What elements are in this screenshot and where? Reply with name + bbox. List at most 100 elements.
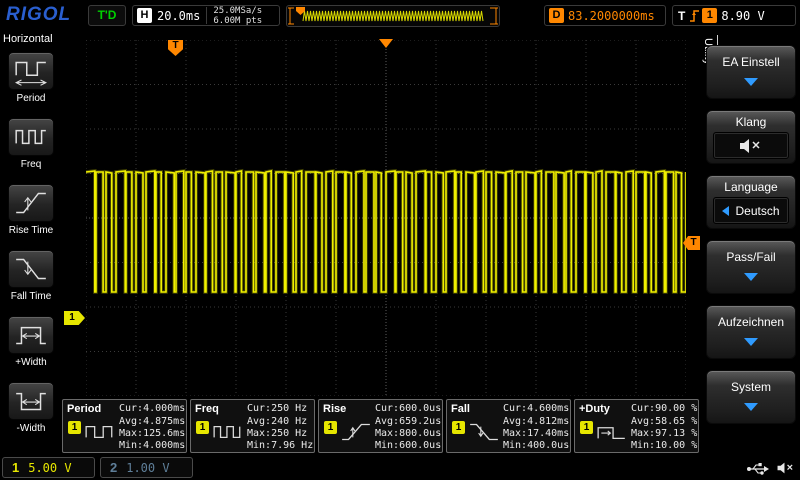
top-bar: RIGOL T'D H 20.0ms 25.0MSa/s 6.00M pts D… bbox=[0, 0, 800, 32]
horizontal-timebase-group[interactable]: H 20.0ms 25.0MSa/s 6.00M pts bbox=[132, 5, 280, 26]
right-menu: Utility EA Einstell Klang Language Deuts… bbox=[700, 30, 800, 456]
left-menu-item-fall-time[interactable]: Fall Time bbox=[1, 250, 61, 314]
ch1-source-badge: 1 bbox=[452, 421, 465, 434]
trigger-source-badge: 1 bbox=[702, 8, 717, 23]
period-icon bbox=[8, 52, 54, 90]
plus-width-icon bbox=[8, 316, 54, 354]
horizontal-icon: H bbox=[137, 8, 152, 23]
menu-system-button[interactable]: System bbox=[706, 370, 796, 424]
measurement-min: Min:400.0us bbox=[503, 440, 569, 451]
measurement-name: +Duty bbox=[579, 403, 610, 415]
language-value: Deutsch bbox=[735, 204, 779, 218]
trigger-delay-group[interactable]: D 83.2000000ms bbox=[544, 5, 666, 26]
menu-aufzeichnen-button[interactable]: Aufzeichnen bbox=[706, 305, 796, 359]
menu-button-label: System bbox=[707, 380, 795, 394]
left-menu-item-plus-width[interactable]: +Width bbox=[1, 316, 61, 380]
measurement-max: Max:17.40ms bbox=[503, 428, 569, 439]
chevron-down-icon bbox=[744, 78, 758, 86]
minus-width-icon bbox=[8, 382, 54, 420]
ch2-id: 2 bbox=[110, 460, 117, 475]
menu-button-label: EA Einstell bbox=[707, 55, 795, 69]
menu-button-label: Language bbox=[707, 180, 795, 194]
measurement-cur: Cur:4.000ms bbox=[119, 403, 185, 414]
ch1-ground-marker[interactable]: 1 bbox=[64, 311, 85, 325]
divider bbox=[206, 7, 207, 24]
measurement-min: Min:7.96 Hz bbox=[247, 440, 313, 451]
period-meas-icon bbox=[84, 421, 116, 443]
acquisition-info: 25.0MSa/s 6.00M pts bbox=[213, 6, 262, 26]
measurement-cur: Cur:600.0us bbox=[375, 403, 441, 414]
rise-meas-icon bbox=[340, 421, 372, 443]
measurement-avg: Avg:240 Hz bbox=[247, 416, 307, 427]
measurement-rise[interactable]: Rise 1 Cur:600.0us Avg:659.2us Max:800.0… bbox=[318, 399, 443, 453]
left-menu-item-freq[interactable]: Freq bbox=[1, 118, 61, 182]
left-measure-menu: Horizontal Period Freq bbox=[0, 30, 62, 456]
trigger-label: T bbox=[678, 9, 685, 23]
rigol-logo: RIGOL bbox=[6, 4, 71, 26]
measurement-cur: Cur:4.600ms bbox=[503, 403, 569, 414]
chevron-left-icon bbox=[722, 206, 729, 216]
rising-edge-icon bbox=[689, 8, 700, 23]
menu-button-label: Pass/Fail bbox=[707, 250, 795, 264]
measurement-min: Min:10.00 % bbox=[631, 440, 697, 451]
preview-waveform-icon bbox=[287, 6, 499, 26]
usb-icon bbox=[746, 460, 770, 478]
sample-rate: 25.0MSa/s bbox=[213, 6, 262, 16]
measurement-duty[interactable]: +Duty 1 Cur:90.00 % Avg:58.65 % Max:97.1… bbox=[574, 399, 699, 453]
chevron-down-icon bbox=[744, 403, 758, 411]
measurement-max: Max:97.13 % bbox=[631, 428, 697, 439]
delay-value: 83.2000000ms bbox=[568, 9, 655, 23]
waveform-preview[interactable] bbox=[286, 5, 500, 27]
timebase-value: 20.0ms bbox=[157, 9, 200, 23]
trigger-info-group[interactable]: T 1 8.90 V bbox=[672, 5, 796, 26]
speaker-muted-icon bbox=[776, 460, 796, 476]
menu-language-button[interactable]: Language Deutsch bbox=[706, 175, 796, 229]
measurement-name: Fall bbox=[451, 403, 470, 415]
ch1-source-badge: 1 bbox=[196, 421, 209, 434]
measurement-period[interactable]: Period 1 Cur:4.000ms Avg:4.875ms Max:125… bbox=[62, 399, 187, 453]
left-menu-label: +Width bbox=[1, 357, 61, 368]
language-value-box: Deutsch bbox=[713, 197, 789, 224]
menu-ea-einstell-button[interactable]: EA Einstell bbox=[706, 45, 796, 99]
fall-meas-icon bbox=[468, 421, 500, 443]
measurement-avg: Avg:58.65 % bbox=[631, 416, 697, 427]
left-menu-item-rise-time[interactable]: Rise Time bbox=[1, 184, 61, 248]
delay-icon: D bbox=[549, 8, 564, 23]
measurement-avg: Avg:4.812ms bbox=[503, 416, 569, 427]
fall-time-icon bbox=[8, 250, 54, 288]
freq-meas-icon bbox=[212, 421, 244, 443]
measurement-name: Rise bbox=[323, 403, 346, 415]
measure-category-title: Horizontal bbox=[3, 33, 53, 45]
menu-klang-button[interactable]: Klang bbox=[706, 110, 796, 164]
ch2-toggle[interactable]: 2 1.00 V bbox=[100, 457, 193, 478]
ch2-scale: 1.00 V bbox=[126, 461, 169, 475]
measurement-avg: Avg:659.2us bbox=[375, 416, 441, 427]
trigger-position-triangle[interactable] bbox=[379, 39, 393, 48]
trigger-level-value: 8.90 V bbox=[721, 9, 764, 23]
duty-meas-icon bbox=[596, 421, 628, 443]
measurement-max: Max:125.6ms bbox=[119, 428, 185, 439]
measurement-min: Min:600.0us bbox=[375, 440, 441, 451]
measurement-cur: Cur:90.00 % bbox=[631, 403, 697, 414]
ch1-id: 1 bbox=[12, 460, 19, 475]
measurement-cur: Cur:250 Hz bbox=[247, 403, 307, 414]
oscilloscope-screen: RIGOL T'D H 20.0ms 25.0MSa/s 6.00M pts D… bbox=[0, 0, 800, 480]
menu-button-label: Klang bbox=[707, 115, 795, 129]
ch1-source-badge: 1 bbox=[68, 421, 81, 434]
chevron-down-icon bbox=[744, 273, 758, 281]
left-menu-label: Period bbox=[1, 93, 61, 104]
ch1-scale: 5.00 V bbox=[28, 461, 71, 475]
left-menu-label: Fall Time bbox=[1, 291, 61, 302]
measurement-max: Max:800.0us bbox=[375, 428, 441, 439]
speaker-muted-icon bbox=[738, 137, 764, 155]
measurement-freq[interactable]: Freq 1 Cur:250 Hz Avg:240 Hz Max:250 Hz … bbox=[190, 399, 315, 453]
measurement-name: Freq bbox=[195, 403, 219, 415]
ch1-toggle[interactable]: 1 5.00 V bbox=[2, 457, 95, 478]
left-menu-item-period[interactable]: Period bbox=[1, 52, 61, 116]
left-menu-item-minus-width[interactable]: -Width bbox=[1, 382, 61, 446]
measurement-fall[interactable]: Fall 1 Cur:4.600ms Avg:4.812ms Max:17.40… bbox=[446, 399, 571, 453]
scope-display[interactable] bbox=[86, 40, 686, 396]
ch1-source-badge: 1 bbox=[580, 421, 593, 434]
menu-pass-fail-button[interactable]: Pass/Fail bbox=[706, 240, 796, 294]
measurement-avg: Avg:4.875ms bbox=[119, 416, 185, 427]
